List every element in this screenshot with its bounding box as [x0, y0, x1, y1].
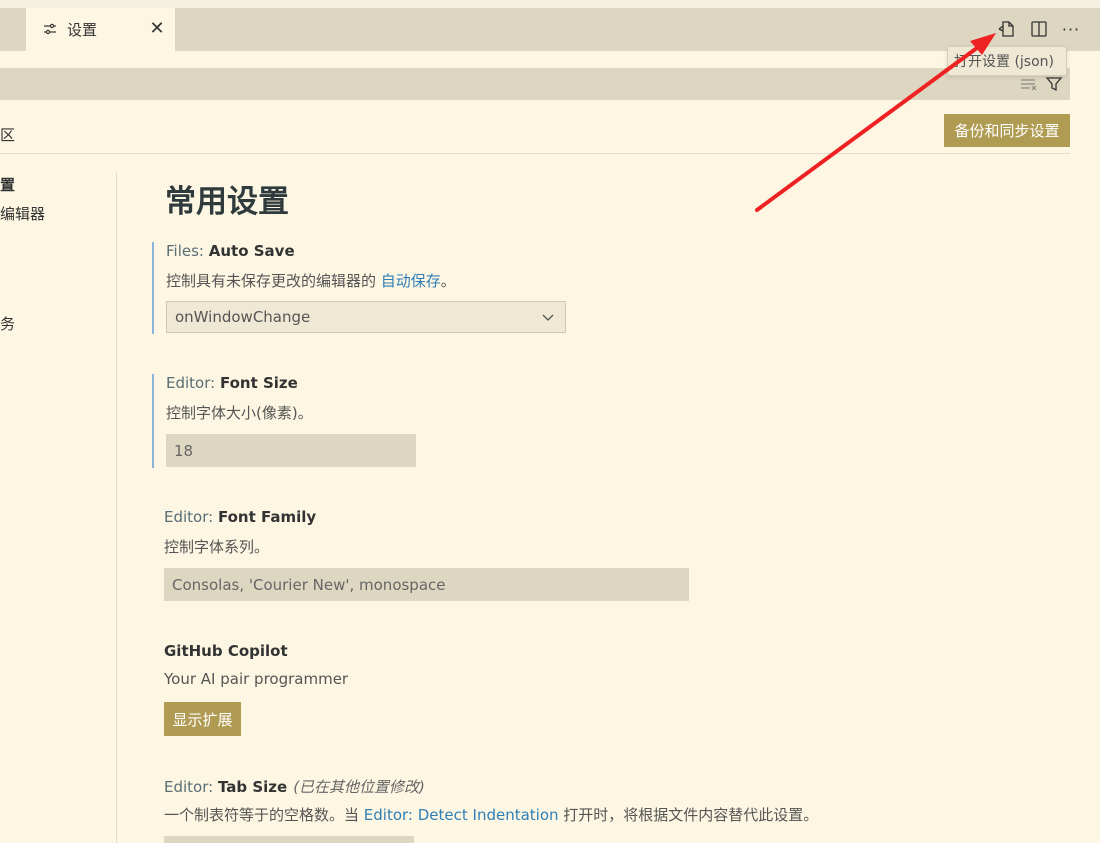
- setting-description: Your AI pair programmer: [164, 670, 349, 688]
- settings-sliders-icon: [43, 21, 57, 35]
- setting-tab-size: Editor: Tab Size (已在其他位置修改) 一个制表符等于的空格数。当…: [152, 776, 852, 843]
- font-size-input[interactable]: 18: [166, 434, 416, 467]
- scope-tab-workspace[interactable]: 区: [0, 124, 15, 145]
- setting-title: GitHub Copilot: [164, 642, 288, 660]
- setting-title: Editor: Tab Size (已在其他位置修改): [164, 778, 425, 796]
- font-family-input[interactable]: Consolas, 'Courier New', monospace: [164, 568, 689, 601]
- chevron-down-icon: [541, 310, 555, 324]
- clear-filter-icon[interactable]: [1020, 76, 1038, 92]
- setting-description: 一个制表符等于的空格数。当 Editor: Detect Indentation…: [164, 806, 819, 824]
- tooltip: 打开设置 (json): [947, 46, 1067, 76]
- setting-copilot: GitHub Copilot Your AI pair programmer 显…: [152, 642, 852, 737]
- toc-item-editor[interactable]: 编辑器: [0, 203, 45, 224]
- auto-save-select[interactable]: onWindowChange: [166, 301, 566, 333]
- toc-item-common[interactable]: 置: [0, 174, 15, 195]
- setting-description: 控制字体系列。: [164, 538, 270, 556]
- auto-save-link[interactable]: 自动保存: [381, 272, 441, 290]
- show-extension-button[interactable]: 显示扩展: [164, 702, 241, 736]
- detect-indentation-link[interactable]: Editor: Detect Indentation: [364, 806, 559, 824]
- setting-font-size: Editor: Font Size 控制字体大小(像素)。 18: [152, 374, 852, 468]
- backup-sync-button[interactable]: 备份和同步设置: [944, 114, 1070, 147]
- setting-font-family: Editor: Font Family 控制字体系列。 Consolas, 'C…: [152, 508, 852, 602]
- open-settings-json-icon[interactable]: [994, 17, 1018, 41]
- previous-tab[interactable]: [0, 8, 26, 51]
- tab-settings[interactable]: 设置 ✕: [26, 8, 175, 51]
- filter-icon[interactable]: [1045, 75, 1063, 93]
- section-title: 常用设置: [165, 184, 289, 220]
- settings-search-input[interactable]: [0, 68, 1070, 100]
- more-actions-icon[interactable]: ···: [1059, 17, 1083, 41]
- toc-separator: [116, 172, 117, 843]
- setting-title: Editor: Font Family: [164, 508, 317, 526]
- title-strip: [0, 0, 1100, 8]
- tab-label: 设置: [67, 21, 98, 39]
- tab-size-input[interactable]: [164, 836, 414, 843]
- toc-item-other[interactable]: 务: [0, 313, 15, 334]
- setting-auto-save: Files: Auto Save 控制具有未保存更改的编辑器的 自动保存。 on…: [152, 242, 852, 334]
- setting-description: 控制字体大小(像素)。: [166, 404, 313, 422]
- setting-title: Files: Auto Save: [166, 242, 295, 260]
- tab-bar: 设置 ✕: [0, 8, 1100, 51]
- divider: [0, 153, 1070, 154]
- close-icon[interactable]: ✕: [147, 18, 167, 39]
- setting-title: Editor: Font Size: [166, 374, 298, 392]
- setting-description: 控制具有未保存更改的编辑器的 自动保存。: [166, 272, 456, 290]
- split-editor-icon[interactable]: [1027, 17, 1051, 41]
